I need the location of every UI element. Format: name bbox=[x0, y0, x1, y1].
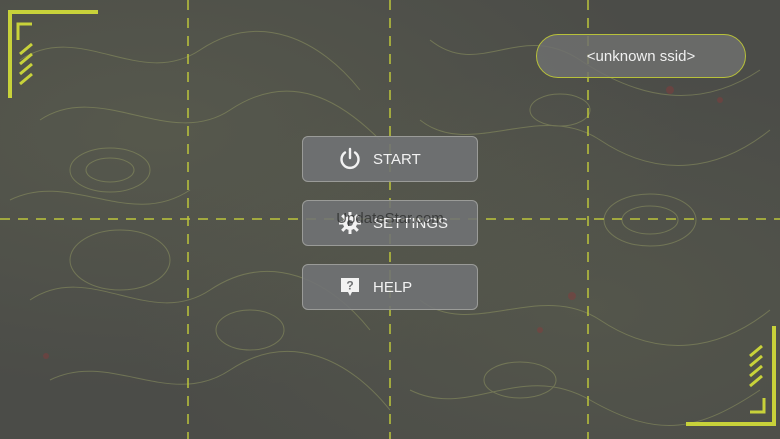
help-button[interactable]: ? HELP bbox=[302, 264, 478, 310]
svg-text:?: ? bbox=[346, 279, 353, 293]
help-bubble-icon: ? bbox=[337, 274, 363, 300]
ssid-label: <unknown ssid> bbox=[586, 47, 696, 65]
start-label: START bbox=[373, 150, 421, 168]
corner-bracket-top-left bbox=[8, 10, 98, 98]
start-button[interactable]: START bbox=[302, 136, 478, 182]
corner-bracket-bottom-right bbox=[686, 326, 776, 426]
ssid-pill[interactable]: <unknown ssid> bbox=[536, 34, 746, 78]
power-icon bbox=[337, 146, 363, 172]
watermark-text: UpdateStar.com bbox=[336, 210, 444, 227]
help-label: HELP bbox=[373, 278, 413, 296]
